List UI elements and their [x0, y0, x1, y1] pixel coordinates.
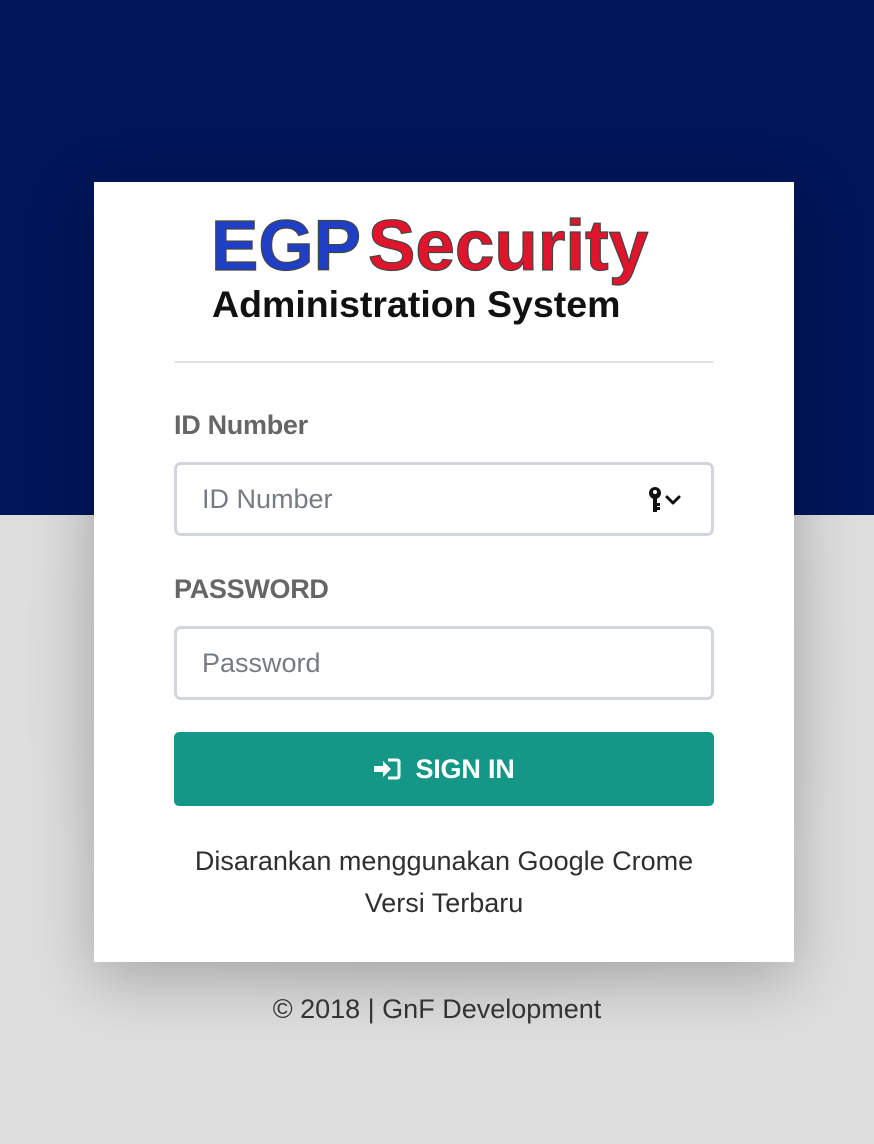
password-input[interactable] — [177, 629, 711, 697]
logo-divider — [174, 361, 714, 363]
key-icon[interactable] — [647, 486, 683, 514]
browser-recommendation-note: Disarankan menggunakan Google Crome Vers… — [94, 840, 794, 924]
id-number-input[interactable] — [177, 465, 711, 533]
login-card: EGP Security Administration System ID Nu… — [94, 182, 794, 962]
svg-text:EGP: EGP — [211, 208, 361, 286]
note-line-2: Versi Terbaru — [364, 888, 524, 918]
sign-in-icon — [373, 757, 401, 781]
app-logo: EGP Security Administration System — [94, 208, 794, 328]
sign-in-label: SIGN IN — [415, 753, 515, 784]
svg-text:Security: Security — [368, 208, 649, 286]
password-field-wrapper — [174, 626, 714, 700]
password-label: PASSWORD — [174, 574, 329, 604]
note-line-1: Disarankan menggunakan Google Crome — [194, 846, 694, 876]
sign-in-button[interactable]: SIGN IN — [174, 732, 714, 806]
id-number-field-wrapper — [174, 462, 714, 536]
copyright-footer: © 2018 | GnF Development — [272, 994, 602, 1024]
id-number-label: ID Number — [174, 410, 308, 440]
egp-security-logo: EGP Security Administration System — [210, 208, 649, 325]
svg-text:Administration System: Administration System — [212, 283, 620, 325]
